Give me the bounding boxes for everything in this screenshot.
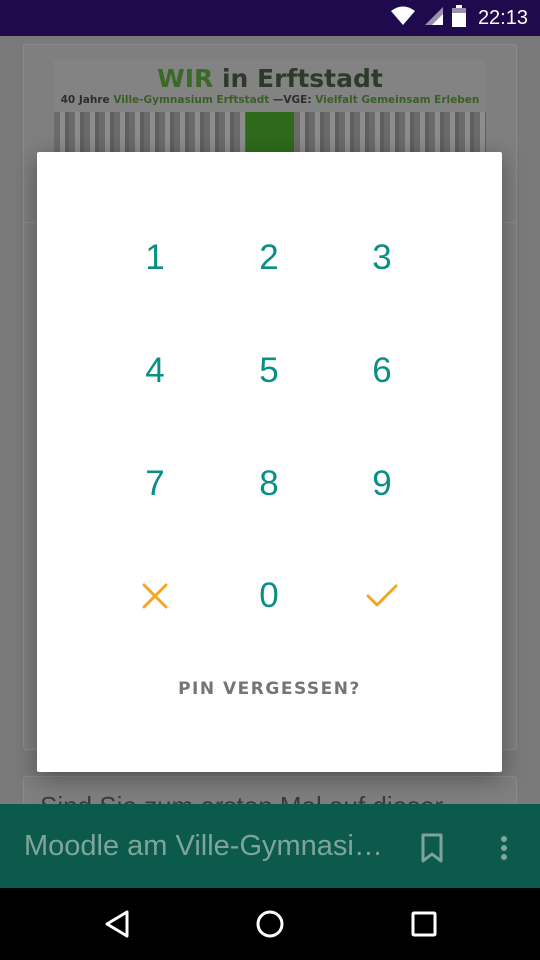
status-bar: 22:13 [0,0,540,36]
banner-title-green: WIR [157,64,214,93]
forgot-pin-link[interactable]: PIN VERGESSEN? [37,672,502,706]
banner-subtitle-b: Ville-Gymnasium Erftstadt [113,94,270,106]
recents-icon[interactable] [406,906,442,942]
pin-dialog: 1 2 3 4 5 6 7 8 9 0 PIN VERGESSEN? [37,152,502,772]
check-icon [366,584,398,607]
key-4[interactable]: 4 [105,326,205,416]
app-bar-title: Moodle am Ville-Gymnasium Erftstadt [24,830,394,862]
cell-signal-icon [424,6,444,31]
banner-title: WIR in Erftstadt [54,64,486,93]
banner-subtitle-d: Vielfalt Gemeinsam Erleben [315,94,480,106]
key-6[interactable]: 6 [332,326,432,416]
school-banner: WIR in Erftstadt 40 Jahre Ville-Gymnasiu… [54,60,486,152]
back-icon[interactable] [99,906,135,942]
key-1[interactable]: 1 [105,213,205,303]
key-5[interactable]: 5 [219,326,319,416]
key-0[interactable]: 0 [219,551,319,641]
more-vert-icon[interactable] [492,832,516,864]
key-2[interactable]: 2 [219,213,319,303]
banner-title-rest: in Erftstadt [213,64,383,93]
banner-subtitle-a: 40 Jahre [60,94,114,106]
app-bar: Moodle am Ville-Gymnasium Erftstadt [0,804,540,888]
home-icon[interactable] [252,906,288,942]
banner-subtitle: 40 Jahre Ville-Gymnasium Erftstadt —VGE:… [54,94,486,106]
battery-icon [451,4,466,32]
status-time: 22:13 [477,6,528,29]
close-icon [142,583,168,609]
cancel-button[interactable] [105,551,205,641]
status-icons: 22:13 [390,4,528,32]
key-7[interactable]: 7 [105,439,205,529]
confirm-button[interactable] [332,551,432,641]
key-3[interactable]: 3 [332,213,432,303]
navigation-bar [0,888,540,960]
bookmark-icon[interactable] [418,832,446,864]
banner-green-block [246,112,294,152]
key-8[interactable]: 8 [219,439,319,529]
banner-subtitle-c: —VGE: [269,94,316,106]
key-9[interactable]: 9 [332,439,432,529]
wifi-icon [390,6,416,31]
